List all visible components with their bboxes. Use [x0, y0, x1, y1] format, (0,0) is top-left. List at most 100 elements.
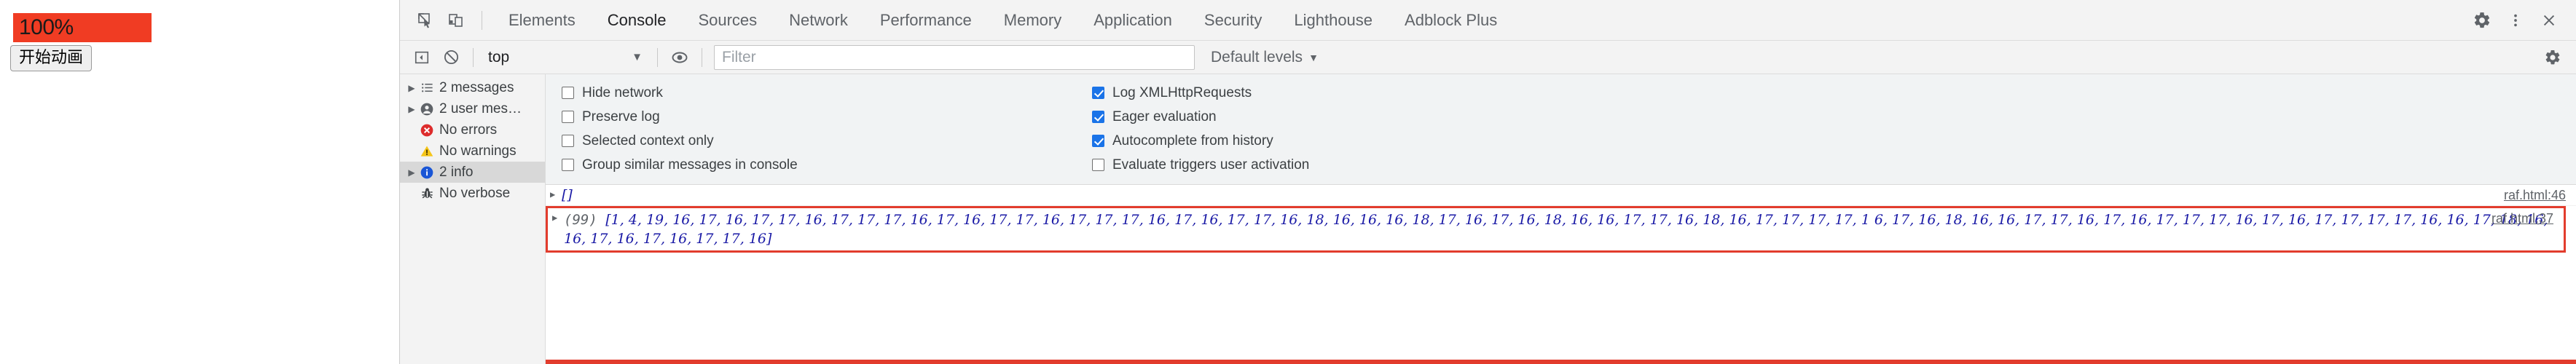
console-body: ▶ 2 messages ▶ 2 user mes… No errors No …: [400, 74, 2576, 364]
array-length-label: (99): [564, 212, 597, 228]
sidebar-item-verbose[interactable]: ▶ No verbose: [400, 183, 545, 204]
filterbar-divider-1: [473, 47, 474, 67]
console-message-value: []: [562, 187, 573, 203]
screenshot-root: 100% 开始动画 Elements Console Sources Netwo…: [0, 0, 2576, 364]
expand-triangle-icon[interactable]: ▶: [550, 189, 555, 199]
setting-label: Group similar messages in console: [582, 157, 798, 173]
sidebar-item-warnings[interactable]: ▶ No warnings: [400, 141, 545, 162]
progress-label: 100%: [19, 15, 74, 39]
device-toolbar-icon[interactable]: [441, 5, 471, 36]
setting-label: Autocomplete from history: [1112, 132, 1273, 149]
tab-performance[interactable]: Performance: [864, 0, 988, 40]
setting-hide-network[interactable]: Hide network: [562, 82, 1085, 103]
error-icon: [417, 123, 436, 138]
list-icon: [417, 81, 436, 95]
expand-triangle-icon[interactable]: ▶: [406, 104, 417, 114]
progress-bar: 100%: [13, 13, 152, 42]
console-sidebar: ▶ 2 messages ▶ 2 user mes… No errors No …: [400, 74, 546, 364]
setting-preserve-log[interactable]: Preserve log: [562, 106, 1085, 127]
log-levels-select[interactable]: Default levels ▼: [1211, 49, 1319, 66]
chevron-down-icon: ▼: [632, 51, 643, 63]
setting-selected-context-only[interactable]: Selected context only: [562, 130, 1085, 151]
expand-triangle-icon[interactable]: ▶: [552, 213, 557, 223]
setting-label: Log XMLHttpRequests: [1112, 84, 1252, 100]
setting-label: Preserve log: [582, 108, 660, 124]
checkbox[interactable]: [562, 159, 574, 171]
console-message-source[interactable]: raf.html:37: [2491, 211, 2553, 226]
console-message-source[interactable]: raf.html:46: [2504, 188, 2566, 203]
sidebar-item-label: 2 user mes…: [439, 100, 522, 116]
bug-icon: [417, 186, 436, 200]
console-settings-gear-icon[interactable]: [2538, 43, 2567, 72]
filterbar-divider-2: [657, 47, 658, 67]
close-icon[interactable]: [2532, 5, 2566, 36]
inspect-element-icon[interactable]: [410, 5, 441, 36]
web-page-pane: 100% 开始动画: [0, 0, 399, 364]
info-icon: [417, 165, 436, 180]
log-levels-label: Default levels: [1211, 48, 1303, 66]
tab-lighthouse[interactable]: Lighthouse: [1278, 0, 1389, 40]
tab-console[interactable]: Console: [592, 0, 683, 40]
console-message-value: (99) [1, 4, 19, 16, 17, 16, 17, 17, 16, …: [564, 210, 2564, 248]
sidebar-item-label: 2 messages: [439, 79, 514, 95]
checkbox[interactable]: [1092, 87, 1104, 99]
sidebar-item-messages[interactable]: ▶ 2 messages: [400, 77, 545, 98]
setting-label: Evaluate triggers user activation: [1112, 157, 1310, 173]
tab-sources[interactable]: Sources: [682, 0, 773, 40]
sidebar-item-label: 2 info: [439, 164, 474, 180]
tab-memory[interactable]: Memory: [988, 0, 1077, 40]
console-main-area: Hide network Preserve log Selected conte…: [546, 74, 2576, 364]
console-filter-input[interactable]: [714, 44, 1195, 70]
setting-evaluate-triggers-user-activation[interactable]: Evaluate triggers user activation: [1092, 154, 1309, 175]
setting-label: Selected context only: [582, 132, 714, 149]
sidebar-item-label: No verbose: [439, 185, 511, 201]
start-animation-button[interactable]: 开始动画: [10, 45, 93, 72]
console-sidebar-icon[interactable]: [407, 43, 436, 72]
chevron-down-icon: ▼: [1308, 51, 1319, 63]
checkbox[interactable]: [1092, 135, 1104, 147]
console-settings-pane: Hide network Preserve log Selected conte…: [546, 74, 2576, 185]
checkbox[interactable]: [562, 87, 574, 99]
checkbox[interactable]: [562, 135, 574, 147]
more-options-icon[interactable]: [2499, 5, 2532, 36]
highlight-underline: [546, 360, 2576, 364]
devtools-tabstrip: Elements Console Sources Network Perform…: [400, 0, 2576, 41]
setting-label: Eager evaluation: [1112, 108, 1217, 124]
clear-console-icon[interactable]: [436, 43, 466, 72]
execution-context-value: top: [488, 48, 510, 66]
sidebar-item-errors[interactable]: ▶ No errors: [400, 119, 545, 141]
warning-icon: [417, 144, 436, 159]
setting-group-similar-messages[interactable]: Group similar messages in console: [562, 154, 1085, 175]
setting-autocomplete-from-history[interactable]: Autocomplete from history: [1092, 130, 1309, 151]
execution-context-select[interactable]: top ▼: [481, 45, 650, 70]
checkbox[interactable]: [1092, 111, 1104, 123]
checkbox[interactable]: [1092, 159, 1104, 171]
devtools-panel: Elements Console Sources Network Perform…: [399, 0, 2576, 364]
tab-application[interactable]: Application: [1077, 0, 1188, 40]
tab-security[interactable]: Security: [1188, 0, 1278, 40]
sidebar-item-user-messages[interactable]: ▶ 2 user mes…: [400, 98, 545, 119]
expand-triangle-icon[interactable]: ▶: [406, 167, 417, 178]
expand-triangle-icon[interactable]: ▶: [406, 83, 417, 93]
console-message-timings-array[interactable]: ▶ (99) [1, 4, 19, 16, 17, 16, 17, 17, 16…: [546, 206, 2566, 253]
console-filter-bar: top ▼ Default levels ▼: [400, 41, 2576, 74]
eye-icon[interactable]: [665, 43, 694, 72]
tab-elements[interactable]: Elements: [492, 0, 592, 40]
setting-log-xmlhttprequests[interactable]: Log XMLHttpRequests: [1092, 82, 1309, 103]
settings-column-left: Hide network Preserve log Selected conte…: [546, 81, 1085, 177]
sidebar-item-label: No errors: [439, 122, 498, 138]
settings-column-right: Log XMLHttpRequests Eager evaluation Aut…: [1085, 81, 1309, 177]
tab-network[interactable]: Network: [773, 0, 864, 40]
filterbar-actions: [2538, 43, 2576, 72]
settings-gear-icon[interactable]: [2465, 5, 2499, 36]
tab-adblock-plus[interactable]: Adblock Plus: [1389, 0, 1513, 40]
sidebar-item-info[interactable]: ▶ 2 info: [400, 162, 545, 183]
console-message-list: ▶ [] raf.html:46 ▶ (99) [1, 4, 19, 16, 1…: [546, 185, 2576, 364]
setting-eager-evaluation[interactable]: Eager evaluation: [1092, 106, 1309, 127]
array-contents: [1, 4, 19, 16, 17, 16, 17, 17, 16, 17, 1…: [564, 212, 2548, 248]
checkbox[interactable]: [562, 111, 574, 123]
console-message-empty-array[interactable]: ▶ [] raf.html:46: [546, 185, 2576, 206]
sidebar-item-label: No warnings: [439, 143, 517, 159]
setting-label: Hide network: [582, 84, 663, 100]
user-icon: [417, 102, 436, 116]
